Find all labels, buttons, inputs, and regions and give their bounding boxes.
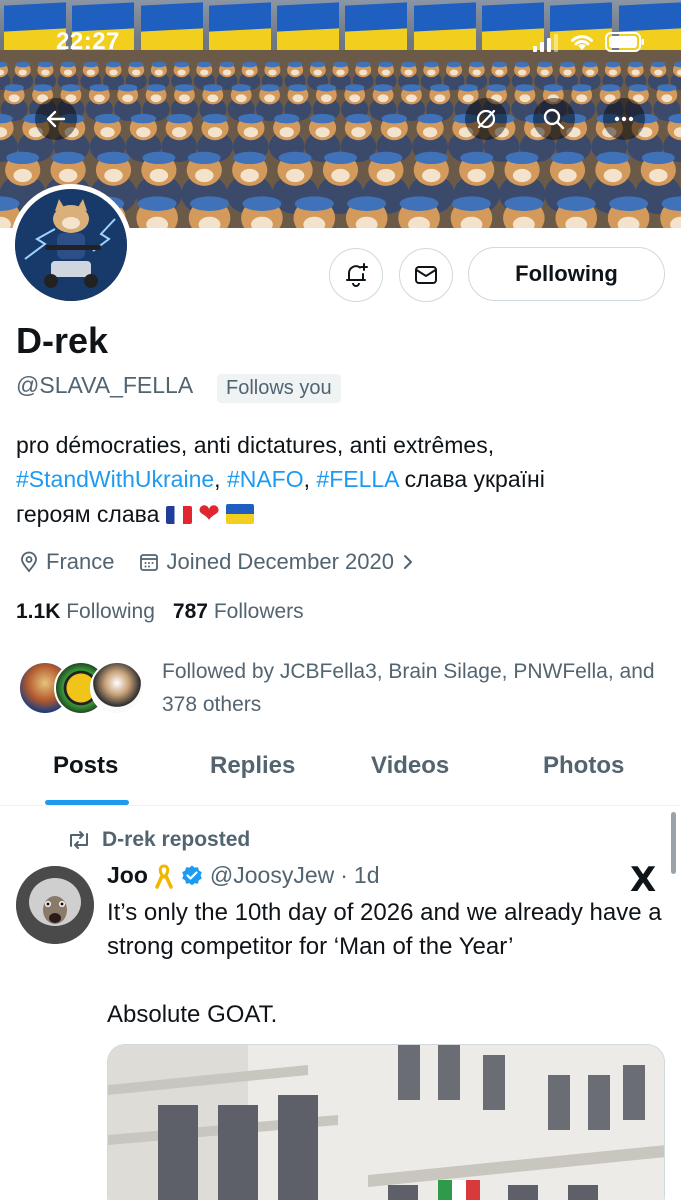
battery-icon [605,32,644,52]
username-handle: @SLAVA_FELLA [16,372,194,398]
follows-you-badge: Follows you [217,374,341,403]
post-text-line: Absolute GOAT. [107,1001,278,1028]
bio-text: pro démocraties, anti dictatures, anti e… [16,432,495,458]
profile-tabs: Posts Replies Videos Photos [0,740,681,806]
mini-avatar [90,661,144,715]
post-time[interactable]: 1d [354,862,380,889]
following-label: Following [66,600,155,623]
repost-label: D-rek reposted [102,828,251,851]
bell-plus-icon [346,263,368,287]
post-media-image[interactable] [107,1044,665,1200]
follow-stats: 1.1K Following 787 Followers [16,600,304,624]
search-button[interactable] [533,98,575,140]
repost-icon [70,831,88,849]
repost-indicator[interactable]: D-rek reposted [66,828,250,852]
post-text: It’s only the 10th day of 2026 and we al… [107,896,667,1032]
post-header: Joo @JoosyJew · 1d [107,862,380,889]
display-name: D-rek [16,320,109,361]
envelope-icon [415,266,437,284]
back-button[interactable] [35,98,77,140]
followers-count: 787 [172,600,208,623]
ribbon-icon [155,863,173,889]
location: France [18,549,114,575]
followed-by-avatars [18,661,148,717]
profile-bio: pro démocraties, anti dictatures, anti e… [16,428,656,531]
search-icon [543,108,565,130]
bio-text: слава україні [398,466,545,492]
more-button[interactable] [603,98,645,140]
grok-button[interactable] [465,98,507,140]
bio-text: героям слава [16,501,160,527]
x-logo-icon: X [630,860,657,900]
verified-badge-icon [182,865,202,885]
following-count-link[interactable]: 1.1K Following [16,600,155,624]
post-text-line: It’s only the 10th day of 2026 and we al… [107,899,662,960]
notifications-button[interactable] [329,248,383,302]
location-pin-icon [21,551,37,573]
followed-by-text: Followed by JCBFella3, Brain Silage, PNW… [162,660,655,716]
chevron-right-icon [403,555,412,569]
following-count: 1.1K [16,600,61,623]
heart-icon: ❤ [198,498,220,528]
followers-label: Followers [213,600,304,623]
cellular-signal-icon [533,34,558,52]
avatar-image [16,866,94,944]
avatar-image [15,189,127,301]
post-meta-separator: · [340,862,348,888]
france-flag-icon [165,506,192,524]
building-photo [108,1045,664,1200]
bio-separator: , [214,466,227,492]
hashtag-link[interactable]: #FELLA [316,466,398,492]
location-text: France [46,549,115,574]
bio-separator: , [303,466,317,492]
post-author-name[interactable]: Joo [107,862,148,889]
wifi-icon [571,35,593,50]
hashtag-link[interactable]: #StandWithUkraine [16,466,214,492]
active-tab-indicator [45,800,129,805]
calendar-icon [140,554,159,571]
hashtag-link[interactable]: #NAFO [227,466,304,492]
post-author-handle[interactable]: @JoosyJew [210,862,334,889]
grok-icon [476,109,496,129]
back-arrow-icon [46,110,66,128]
post-author-avatar[interactable] [16,866,94,944]
status-time: 22:27 [56,28,120,55]
message-button[interactable] [399,248,453,302]
ukraine-flag-icon [226,504,255,524]
status-icons [533,32,645,52]
followers-count-link[interactable]: 787 Followers [173,600,304,624]
following-button[interactable]: Following [468,247,665,301]
profile-avatar[interactable] [10,184,132,306]
joined-date[interactable]: Joined December 2020 [138,549,415,575]
tab-videos[interactable]: Videos [371,752,449,780]
joined-text: Joined December 2020 [166,549,394,574]
profile-meta: France Joined December 2020 [18,549,416,575]
tab-posts[interactable]: Posts [53,752,118,780]
more-icon [614,116,634,122]
tab-photos[interactable]: Photos [543,752,624,780]
status-bar: 22:27 [0,0,681,60]
scrollbar[interactable] [671,812,676,874]
tab-replies[interactable]: Replies [210,752,295,780]
